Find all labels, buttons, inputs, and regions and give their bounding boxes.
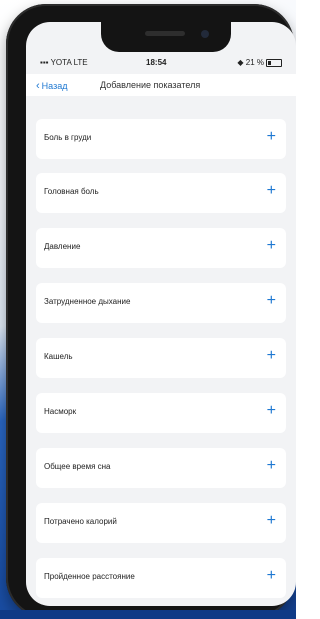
carrier-label: ▪▪▪ YOTA LTE bbox=[40, 58, 88, 67]
battery-icon bbox=[266, 58, 282, 67]
list-item[interactable]: Кашель + bbox=[36, 338, 286, 378]
phone-screen: ▪▪▪ YOTA LTE 18:54 ◆ 21 % ‹ Назад Добавле… bbox=[26, 22, 296, 606]
plus-icon[interactable]: + bbox=[267, 236, 276, 256]
plus-icon[interactable]: + bbox=[267, 346, 276, 366]
phone-notch bbox=[101, 22, 231, 52]
item-label: Боль в груди bbox=[44, 133, 92, 142]
item-label: Кашель bbox=[44, 352, 73, 361]
item-label: Потрачено калорий bbox=[44, 517, 117, 526]
phone-frame: ▪▪▪ YOTA LTE 18:54 ◆ 21 % ‹ Назад Добавле… bbox=[6, 4, 296, 618]
list-item[interactable]: Головная боль + bbox=[36, 173, 286, 213]
item-label: Затрудненное дыхание bbox=[44, 297, 131, 306]
page-title: Добавление показателя bbox=[100, 80, 201, 90]
navigation-bar: ‹ Назад Добавление показателя bbox=[26, 74, 296, 96]
camera-icon bbox=[201, 30, 209, 38]
item-label: Общее время сна bbox=[44, 462, 111, 471]
plus-icon[interactable]: + bbox=[267, 511, 276, 531]
list-item[interactable]: Боль в груди + bbox=[36, 119, 286, 159]
signal-icon: ▪▪▪ bbox=[40, 58, 51, 67]
item-label: Головная боль bbox=[44, 187, 99, 196]
status-time: 18:54 bbox=[146, 58, 167, 67]
wifi-icon: ◆ bbox=[237, 58, 246, 67]
plus-icon[interactable]: + bbox=[267, 566, 276, 586]
bottom-decor-bar bbox=[0, 610, 296, 619]
plus-icon[interactable]: + bbox=[267, 181, 276, 201]
list-item[interactable]: Потрачено калорий + bbox=[36, 503, 286, 543]
plus-icon[interactable]: + bbox=[267, 456, 276, 476]
list-item[interactable]: Давление + bbox=[36, 228, 286, 268]
back-label: Назад bbox=[41, 81, 68, 91]
item-label: Давление bbox=[44, 242, 81, 251]
item-label: Насморк bbox=[44, 407, 77, 416]
plus-icon[interactable]: + bbox=[267, 291, 276, 311]
plus-icon[interactable]: + bbox=[267, 127, 276, 147]
back-button[interactable]: ‹ Назад bbox=[36, 80, 67, 92]
chevron-left-icon: ‹ bbox=[36, 80, 40, 92]
list-item[interactable]: Затрудненное дыхание + bbox=[36, 283, 286, 323]
list-item[interactable]: Насморк + bbox=[36, 393, 286, 433]
speaker-grille bbox=[145, 31, 185, 36]
status-bar: ▪▪▪ YOTA LTE 18:54 ◆ 21 % bbox=[26, 56, 296, 70]
plus-icon[interactable]: + bbox=[267, 401, 276, 421]
list-item[interactable]: Пройденное расстояние + bbox=[36, 558, 286, 598]
item-label: Пройденное расстояние bbox=[44, 572, 135, 581]
promo-background: ▪▪▪ YOTA LTE 18:54 ◆ 21 % ‹ Назад Добавле… bbox=[0, 0, 296, 619]
list-item[interactable]: Общее время сна + bbox=[36, 448, 286, 488]
battery-status: ◆ 21 % bbox=[237, 58, 282, 67]
